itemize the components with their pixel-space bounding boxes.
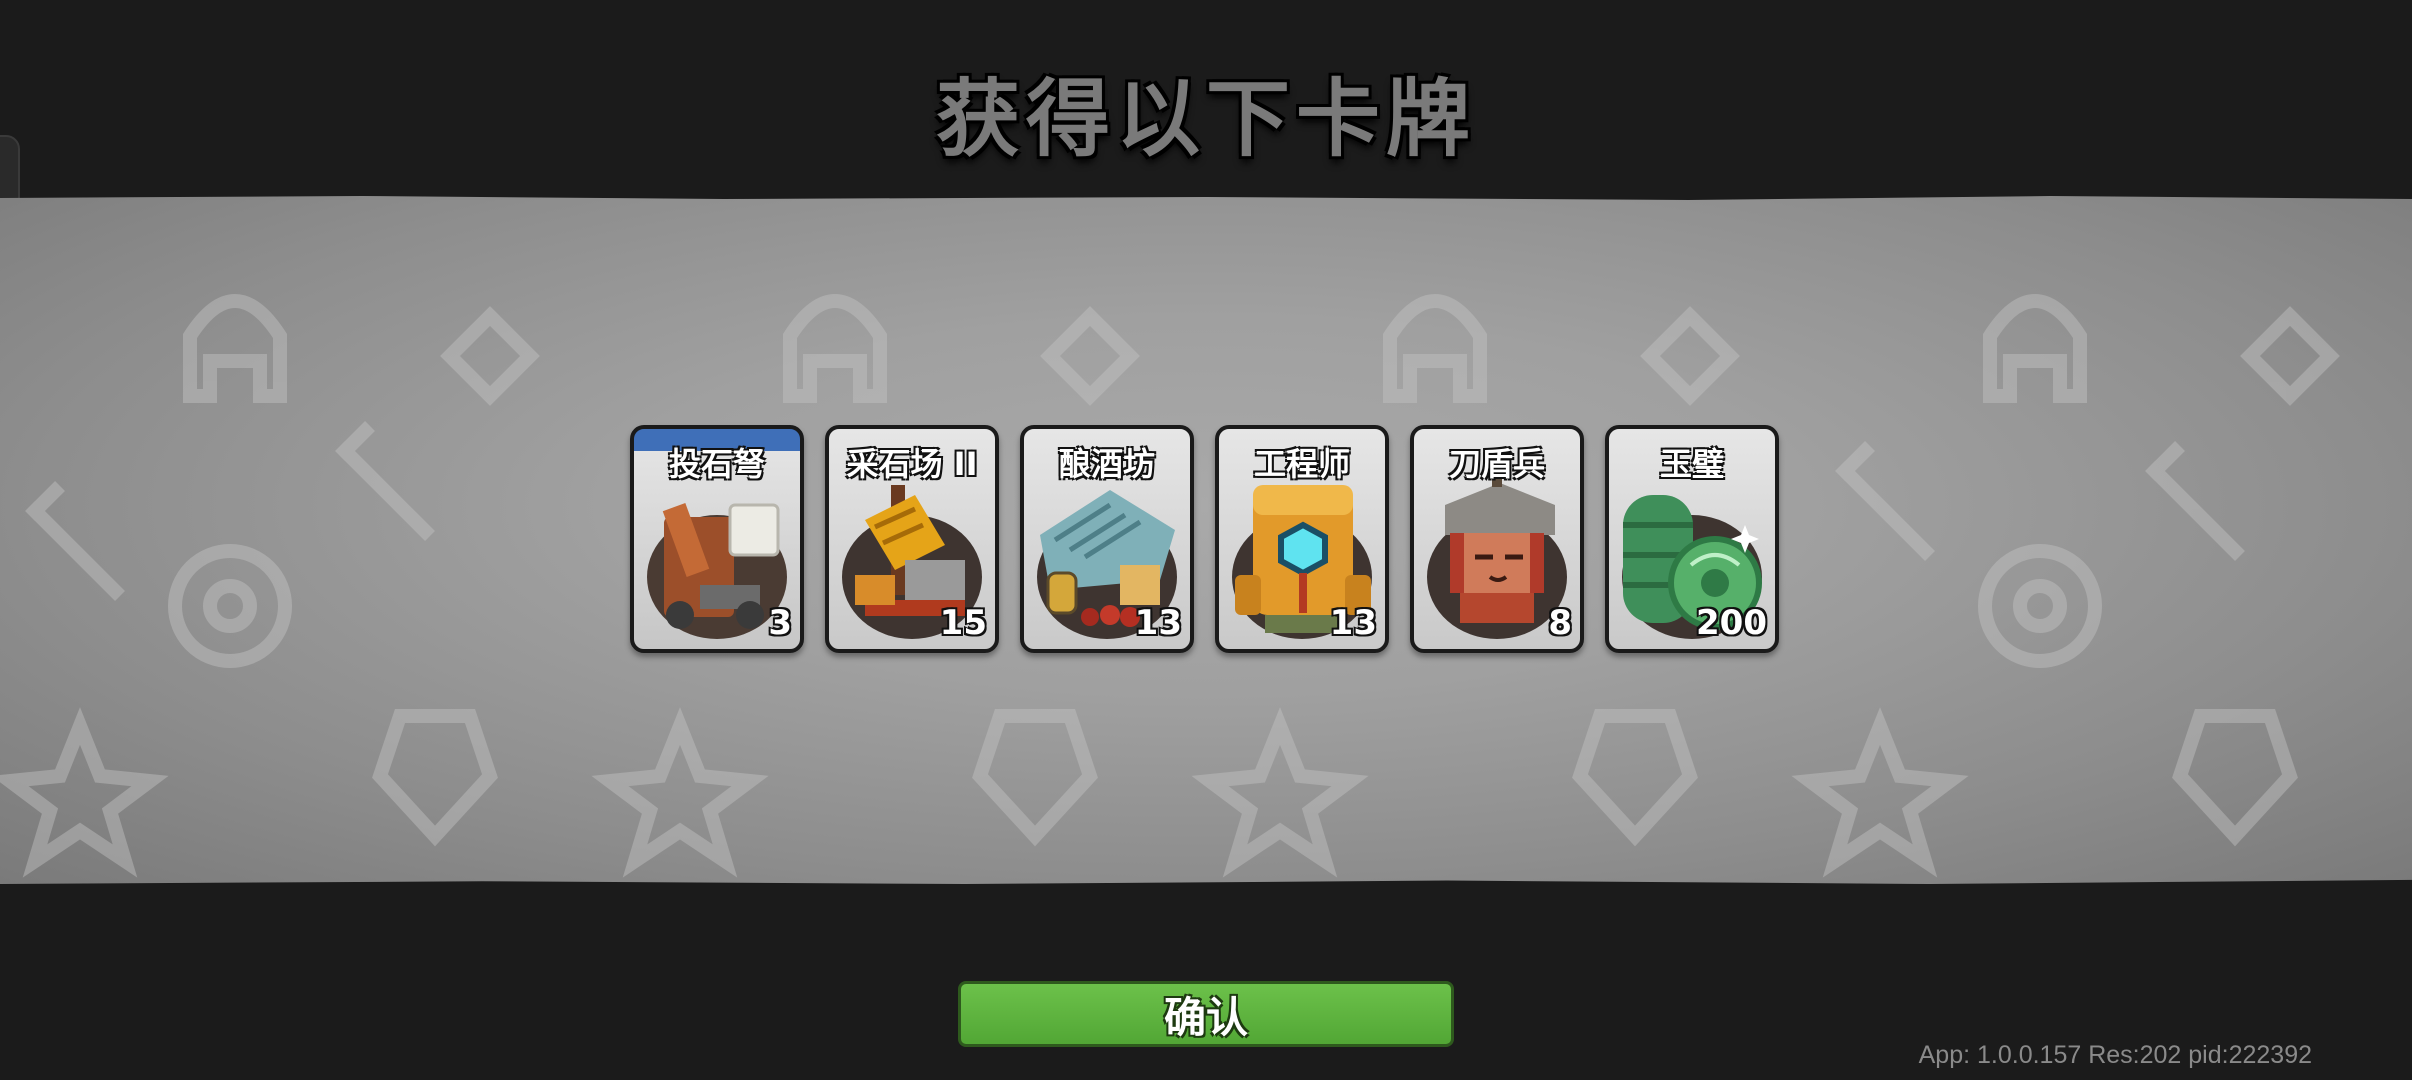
reward-card[interactable]: 酿酒坊 13 [1020, 425, 1194, 653]
card-count: 15 [939, 603, 987, 643]
version-info: App: 1.0.0.157 Res:202 pid:222392 [1918, 1041, 2312, 1069]
card-name: 工程师 [1253, 445, 1350, 483]
reward-card[interactable]: 玉璧 200 [1605, 425, 1779, 653]
card-count: 13 [1134, 603, 1182, 643]
reward-card[interactable]: 刀盾兵 8 [1410, 425, 1584, 653]
reward-card[interactable]: 工程师 13 [1215, 425, 1389, 653]
reward-card[interactable]: 采石场 II 15 [825, 425, 999, 653]
card-name: 玉璧 [1659, 445, 1724, 483]
card-name: 酿酒坊 [1058, 445, 1155, 483]
page-title: 获得以下卡牌 [935, 70, 1476, 168]
card-count: 8 [1548, 603, 1572, 643]
card-count: 3 [768, 603, 792, 643]
confirm-button[interactable]: 确认 [958, 981, 1454, 1047]
card-name: 刀盾兵 [1448, 445, 1545, 483]
card-list: 投石弩 3 采石场 II 15 酿酒坊 13 工程师 13 刀盾兵 8 玉璧 2… [630, 425, 1779, 655]
card-name: 采石场 II [846, 445, 978, 483]
card-count: 13 [1329, 603, 1377, 643]
reward-card[interactable]: 投石弩 3 [630, 425, 804, 653]
card-count: 200 [1696, 603, 1767, 643]
card-name: 投石弩 [668, 445, 765, 483]
